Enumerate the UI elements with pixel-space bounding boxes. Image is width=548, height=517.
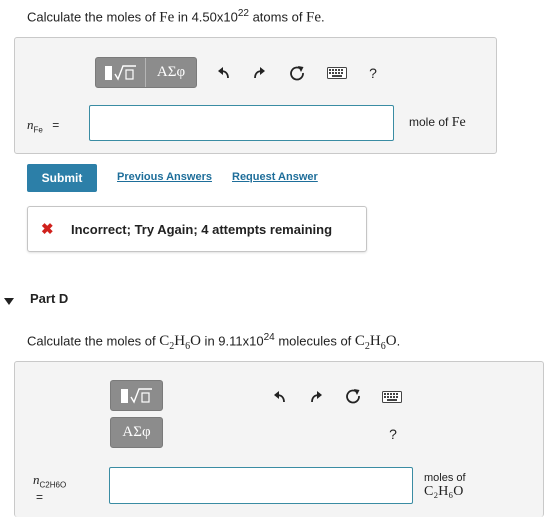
question-formula: C2H6O — [159, 333, 201, 353]
part-d-undo-icon[interactable] — [270, 387, 290, 407]
question-prefix: Calculate the moles of — [27, 333, 160, 349]
question-suffix: molecules of — [274, 333, 355, 349]
part-d-templates-group — [110, 380, 163, 411]
part-d-title: Part D — [30, 291, 69, 306]
question-exponent: 24 — [263, 332, 275, 343]
templates-icon — [104, 64, 136, 81]
question-quantity: in 4.50x10 — [174, 9, 238, 25]
collapse-toggle-icon[interactable] — [4, 293, 14, 311]
part-d-answer-input[interactable] — [109, 467, 413, 504]
answer-variable-subscript: C2H6O — [39, 480, 67, 490]
feedback-text: Incorrect; Try Again; 4 attempts remaini… — [71, 222, 333, 237]
question-text: Calculate the moles of Fe in 4.50x1022 a… — [27, 8, 325, 26]
part-d-greek-symbols-button[interactable]: ΑΣφ — [111, 418, 162, 447]
question-end: . — [396, 333, 401, 349]
part-d-answer-variable-label: nC2H6O — [33, 472, 66, 489]
part-d-redo-icon[interactable] — [306, 387, 326, 407]
question-element-2: Fe — [306, 9, 322, 26]
answer-variable-label: nFe = — [27, 117, 59, 134]
answer-input[interactable] — [89, 105, 394, 141]
question-suffix: atoms of — [248, 9, 307, 25]
part-d-templates-button[interactable] — [111, 381, 162, 410]
answer-variable-subscript: Fe — [33, 125, 43, 135]
part-d-reset-icon[interactable] — [343, 386, 363, 406]
keyboard-icon[interactable] — [326, 65, 348, 81]
help-button[interactable]: ? — [365, 63, 381, 83]
part-d-keyboard-icon[interactable] — [381, 389, 403, 405]
math-toolbar: ΑΣφ — [95, 57, 197, 88]
redo-icon[interactable] — [249, 63, 269, 83]
previous-answers-link[interactable]: Previous Answers — [117, 171, 212, 183]
part-d-question-text: Calculate the moles of C2H6O in 9.11x102… — [27, 332, 400, 352]
unit-prefix: mole of — [409, 115, 452, 129]
part-d-equals-sign: = — [36, 490, 44, 504]
unit-formula: C₂H₆O — [424, 484, 464, 499]
part-d-help-button[interactable]: ? — [385, 424, 401, 444]
question-formula-2: C2H6O — [354, 333, 397, 353]
unit-element: Fe — [451, 115, 466, 130]
equals-sign: = — [52, 118, 60, 132]
unit-label: mole of Fe — [409, 115, 466, 131]
undo-icon[interactable] — [214, 63, 234, 83]
question-quantity: in 9.11x10 — [200, 333, 264, 349]
part-d-greek-group: ΑΣφ — [110, 417, 163, 448]
templates-button[interactable] — [96, 58, 145, 87]
unit-text: moles of — [424, 472, 466, 484]
question-end: . — [321, 9, 325, 25]
error-icon: ✖ — [41, 221, 54, 238]
templates-icon — [120, 387, 152, 404]
greek-symbols-button[interactable]: ΑΣφ — [146, 58, 196, 87]
reset-icon[interactable] — [287, 63, 307, 83]
question-prefix: Calculate the moles of — [27, 9, 160, 25]
submit-button[interactable]: Submit — [27, 164, 97, 192]
part-d-unit-label: moles of C₂H₆O — [424, 472, 466, 499]
request-answer-link[interactable]: Request Answer — [232, 171, 318, 183]
question-element: Fe — [159, 9, 175, 26]
question-exponent: 22 — [237, 8, 249, 19]
